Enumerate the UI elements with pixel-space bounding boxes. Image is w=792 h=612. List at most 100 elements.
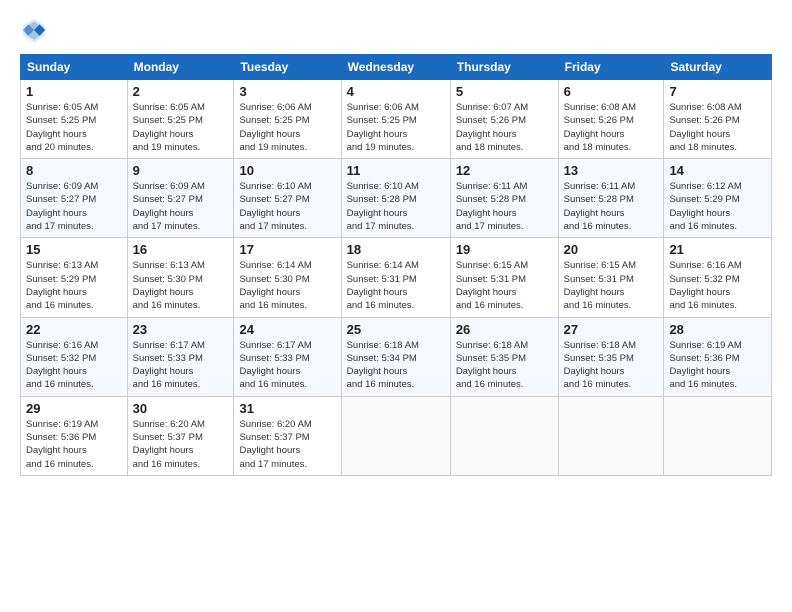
calendar-cell bbox=[664, 396, 772, 475]
calendar-cell: 21 Sunrise: 6:16 AMSunset: 5:32 PMDaylig… bbox=[664, 238, 772, 317]
day-number: 27 bbox=[564, 322, 659, 337]
day-info: Sunrise: 6:13 AMSunset: 5:30 PMDaylight … bbox=[133, 260, 205, 311]
day-info: Sunrise: 6:13 AMSunset: 5:29 PMDaylight … bbox=[26, 260, 98, 311]
day-number: 29 bbox=[26, 401, 122, 416]
day-info: Sunrise: 6:06 AMSunset: 5:25 PMDaylight … bbox=[347, 102, 419, 153]
day-info: Sunrise: 6:18 AMSunset: 5:35 PMDaylight … bbox=[564, 340, 636, 391]
day-info: Sunrise: 6:05 AMSunset: 5:25 PMDaylight … bbox=[26, 102, 98, 153]
calendar-header-thursday: Thursday bbox=[450, 55, 558, 80]
day-number: 15 bbox=[26, 242, 122, 257]
day-number: 11 bbox=[347, 163, 445, 178]
day-info: Sunrise: 6:19 AMSunset: 5:36 PMDaylight … bbox=[669, 340, 741, 391]
calendar-cell: 22 Sunrise: 6:16 AMSunset: 5:32 PMDaylig… bbox=[21, 317, 128, 396]
day-info: Sunrise: 6:08 AMSunset: 5:26 PMDaylight … bbox=[564, 102, 636, 153]
calendar-cell: 4 Sunrise: 6:06 AMSunset: 5:25 PMDayligh… bbox=[341, 80, 450, 159]
day-number: 31 bbox=[239, 401, 335, 416]
calendar-cell bbox=[341, 396, 450, 475]
day-number: 30 bbox=[133, 401, 229, 416]
day-number: 25 bbox=[347, 322, 445, 337]
calendar-cell: 27 Sunrise: 6:18 AMSunset: 5:35 PMDaylig… bbox=[558, 317, 664, 396]
day-info: Sunrise: 6:14 AMSunset: 5:30 PMDaylight … bbox=[239, 260, 311, 311]
day-number: 19 bbox=[456, 242, 553, 257]
calendar-header-sunday: Sunday bbox=[21, 55, 128, 80]
calendar-header-row: SundayMondayTuesdayWednesdayThursdayFrid… bbox=[21, 55, 772, 80]
calendar-cell: 6 Sunrise: 6:08 AMSunset: 5:26 PMDayligh… bbox=[558, 80, 664, 159]
day-number: 28 bbox=[669, 322, 766, 337]
calendar-cell: 23 Sunrise: 6:17 AMSunset: 5:33 PMDaylig… bbox=[127, 317, 234, 396]
calendar-cell: 3 Sunrise: 6:06 AMSunset: 5:25 PMDayligh… bbox=[234, 80, 341, 159]
calendar-cell: 18 Sunrise: 6:14 AMSunset: 5:31 PMDaylig… bbox=[341, 238, 450, 317]
calendar-cell: 29 Sunrise: 6:19 AMSunset: 5:36 PMDaylig… bbox=[21, 396, 128, 475]
page-header bbox=[20, 16, 772, 44]
calendar-week-2: 8 Sunrise: 6:09 AMSunset: 5:27 PMDayligh… bbox=[21, 159, 772, 238]
day-number: 5 bbox=[456, 84, 553, 99]
calendar-cell: 16 Sunrise: 6:13 AMSunset: 5:30 PMDaylig… bbox=[127, 238, 234, 317]
day-info: Sunrise: 6:18 AMSunset: 5:34 PMDaylight … bbox=[347, 340, 419, 391]
calendar-cell bbox=[450, 396, 558, 475]
day-number: 22 bbox=[26, 322, 122, 337]
logo-icon bbox=[20, 16, 48, 44]
day-info: Sunrise: 6:17 AMSunset: 5:33 PMDaylight … bbox=[239, 340, 311, 391]
day-number: 18 bbox=[347, 242, 445, 257]
calendar-cell: 17 Sunrise: 6:14 AMSunset: 5:30 PMDaylig… bbox=[234, 238, 341, 317]
day-info: Sunrise: 6:20 AMSunset: 5:37 PMDaylight … bbox=[133, 419, 205, 470]
day-info: Sunrise: 6:16 AMSunset: 5:32 PMDaylight … bbox=[669, 260, 741, 311]
day-number: 2 bbox=[133, 84, 229, 99]
calendar-body: 1 Sunrise: 6:05 AMSunset: 5:25 PMDayligh… bbox=[21, 80, 772, 476]
day-number: 14 bbox=[669, 163, 766, 178]
calendar-cell: 7 Sunrise: 6:08 AMSunset: 5:26 PMDayligh… bbox=[664, 80, 772, 159]
calendar-cell: 19 Sunrise: 6:15 AMSunset: 5:31 PMDaylig… bbox=[450, 238, 558, 317]
calendar-cell: 8 Sunrise: 6:09 AMSunset: 5:27 PMDayligh… bbox=[21, 159, 128, 238]
day-number: 3 bbox=[239, 84, 335, 99]
day-info: Sunrise: 6:10 AMSunset: 5:27 PMDaylight … bbox=[239, 181, 311, 232]
calendar-header-saturday: Saturday bbox=[664, 55, 772, 80]
calendar-cell: 28 Sunrise: 6:19 AMSunset: 5:36 PMDaylig… bbox=[664, 317, 772, 396]
calendar-cell: 13 Sunrise: 6:11 AMSunset: 5:28 PMDaylig… bbox=[558, 159, 664, 238]
calendar-cell: 2 Sunrise: 6:05 AMSunset: 5:25 PMDayligh… bbox=[127, 80, 234, 159]
day-info: Sunrise: 6:14 AMSunset: 5:31 PMDaylight … bbox=[347, 260, 419, 311]
day-info: Sunrise: 6:18 AMSunset: 5:35 PMDaylight … bbox=[456, 340, 528, 391]
day-info: Sunrise: 6:06 AMSunset: 5:25 PMDaylight … bbox=[239, 102, 311, 153]
day-number: 20 bbox=[564, 242, 659, 257]
day-number: 7 bbox=[669, 84, 766, 99]
day-info: Sunrise: 6:09 AMSunset: 5:27 PMDaylight … bbox=[26, 181, 98, 232]
calendar-week-1: 1 Sunrise: 6:05 AMSunset: 5:25 PMDayligh… bbox=[21, 80, 772, 159]
calendar-week-4: 22 Sunrise: 6:16 AMSunset: 5:32 PMDaylig… bbox=[21, 317, 772, 396]
day-info: Sunrise: 6:16 AMSunset: 5:32 PMDaylight … bbox=[26, 340, 98, 391]
day-info: Sunrise: 6:11 AMSunset: 5:28 PMDaylight … bbox=[564, 181, 636, 232]
day-number: 13 bbox=[564, 163, 659, 178]
day-number: 23 bbox=[133, 322, 229, 337]
day-number: 12 bbox=[456, 163, 553, 178]
calendar-week-5: 29 Sunrise: 6:19 AMSunset: 5:36 PMDaylig… bbox=[21, 396, 772, 475]
day-number: 6 bbox=[564, 84, 659, 99]
day-info: Sunrise: 6:17 AMSunset: 5:33 PMDaylight … bbox=[133, 340, 205, 391]
calendar-cell: 26 Sunrise: 6:18 AMSunset: 5:35 PMDaylig… bbox=[450, 317, 558, 396]
calendar-cell: 31 Sunrise: 6:20 AMSunset: 5:37 PMDaylig… bbox=[234, 396, 341, 475]
calendar-cell: 5 Sunrise: 6:07 AMSunset: 5:26 PMDayligh… bbox=[450, 80, 558, 159]
day-info: Sunrise: 6:15 AMSunset: 5:31 PMDaylight … bbox=[564, 260, 636, 311]
day-number: 9 bbox=[133, 163, 229, 178]
calendar-cell: 24 Sunrise: 6:17 AMSunset: 5:33 PMDaylig… bbox=[234, 317, 341, 396]
day-info: Sunrise: 6:05 AMSunset: 5:25 PMDaylight … bbox=[133, 102, 205, 153]
day-info: Sunrise: 6:15 AMSunset: 5:31 PMDaylight … bbox=[456, 260, 528, 311]
day-number: 17 bbox=[239, 242, 335, 257]
calendar-table: SundayMondayTuesdayWednesdayThursdayFrid… bbox=[20, 54, 772, 476]
calendar-header-friday: Friday bbox=[558, 55, 664, 80]
day-info: Sunrise: 6:12 AMSunset: 5:29 PMDaylight … bbox=[669, 181, 741, 232]
day-number: 24 bbox=[239, 322, 335, 337]
day-number: 1 bbox=[26, 84, 122, 99]
day-info: Sunrise: 6:19 AMSunset: 5:36 PMDaylight … bbox=[26, 419, 98, 470]
day-number: 8 bbox=[26, 163, 122, 178]
day-info: Sunrise: 6:20 AMSunset: 5:37 PMDaylight … bbox=[239, 419, 311, 470]
logo bbox=[20, 16, 52, 44]
calendar-cell: 15 Sunrise: 6:13 AMSunset: 5:29 PMDaylig… bbox=[21, 238, 128, 317]
day-info: Sunrise: 6:10 AMSunset: 5:28 PMDaylight … bbox=[347, 181, 419, 232]
calendar-cell: 30 Sunrise: 6:20 AMSunset: 5:37 PMDaylig… bbox=[127, 396, 234, 475]
calendar-cell: 20 Sunrise: 6:15 AMSunset: 5:31 PMDaylig… bbox=[558, 238, 664, 317]
calendar-cell: 25 Sunrise: 6:18 AMSunset: 5:34 PMDaylig… bbox=[341, 317, 450, 396]
calendar-cell: 12 Sunrise: 6:11 AMSunset: 5:28 PMDaylig… bbox=[450, 159, 558, 238]
calendar-cell: 9 Sunrise: 6:09 AMSunset: 5:27 PMDayligh… bbox=[127, 159, 234, 238]
day-info: Sunrise: 6:08 AMSunset: 5:26 PMDaylight … bbox=[669, 102, 741, 153]
day-info: Sunrise: 6:11 AMSunset: 5:28 PMDaylight … bbox=[456, 181, 528, 232]
day-info: Sunrise: 6:07 AMSunset: 5:26 PMDaylight … bbox=[456, 102, 528, 153]
